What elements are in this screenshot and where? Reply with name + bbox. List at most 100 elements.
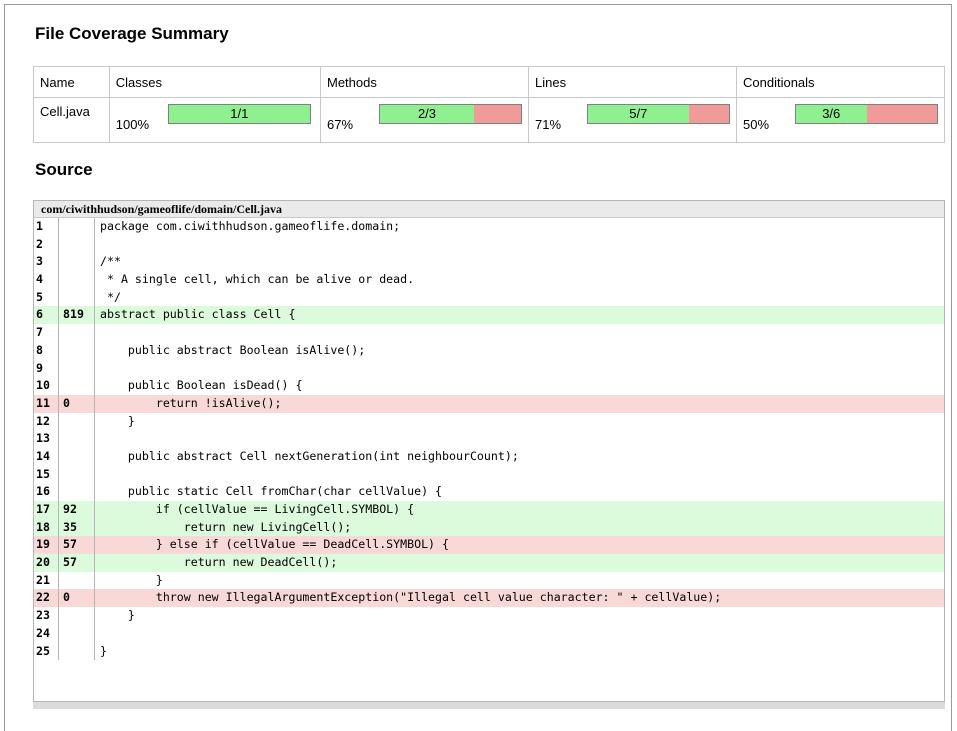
methods-percent: 67% [326,116,354,132]
hit-count [59,447,95,466]
hit-count [59,218,95,236]
line-number: 8 [34,341,59,360]
line-number: 11 [34,394,59,413]
header-conditionals: Conditionals [736,66,945,98]
conditionals-cell: 50% 3/6 [736,97,945,143]
conditionals-coverage-bar: 3/6 [795,103,938,124]
code-line: 17 92 if (cellValue == LivingCell.SYMBOL)… [34,501,944,519]
code-line: 9 [34,359,944,378]
hit-count [59,253,95,272]
code-line: 16 public static Cell fromChar(char cell… [34,483,944,501]
conditionals-ratio: 3/6 [822,105,841,121]
line-number: 12 [34,412,59,431]
code-line: 4 * A single cell, which can be alive or… [34,271,944,289]
code-line: 7 [34,324,944,342]
code-line: 1 package com.ciwithhudson.gameoflife.dom… [34,218,944,236]
hit-count [59,288,95,307]
file-name: Cell.java [33,97,110,143]
line-number: 7 [34,324,59,342]
source-title: Source [35,160,93,179]
code-text: public abstract Cell nextGeneration(int … [100,448,519,463]
code-line: 13 [34,430,944,448]
hit-count: 92 [59,501,95,519]
lines-percent: 71% [534,116,562,132]
line-number: 24 [34,624,59,643]
line-number: 9 [34,359,59,378]
coverage-summary-table: Name Classes Methods Lines Conditionals … [33,66,945,143]
code-line: 23 } [34,607,944,625]
hit-count [59,235,95,254]
line-number: 3 [34,253,59,272]
hit-count: 0 [59,394,95,413]
source-listing: com/ciwithhudson/gameoflife/domain/Cell.… [33,200,945,702]
code-line: 18 35 return new LivingCell(); [34,518,944,537]
hit-count: 57 [59,554,95,572]
classes-cell: 100% 1/1 [108,97,321,143]
hit-count [59,430,95,448]
line-number: 13 [34,430,59,448]
code-text: } [100,643,107,658]
line-number: 17 [34,501,59,519]
line-number: 19 [34,536,59,555]
code-text: package com.ciwithhudson.gameoflife.doma… [100,219,401,233]
code-line: 2 [34,235,944,254]
code-text: throw new IllegalArgumentException("Ille… [100,590,722,605]
code-line: 5 */ [34,288,944,307]
code-text: public static Cell fromChar(char cellVal… [100,484,443,499]
hit-count: 57 [59,536,95,555]
header-name: Name [33,66,110,98]
code-line: 15 [34,465,944,484]
code-line: 21 } [34,571,944,590]
code-line: 12 } [34,412,944,431]
line-number: 21 [34,571,59,590]
summary-title: File Coverage Summary [35,24,229,43]
summary-header-row: Name Classes Methods Lines Conditionals [33,66,945,98]
line-number: 15 [34,465,59,484]
code-text: return new DeadCell(); [100,555,338,570]
code-text: /** [100,254,121,269]
header-methods: Methods [319,66,529,98]
code-text: public Boolean isDead() { [100,378,303,393]
line-number: 25 [34,642,59,661]
conditionals-percent: 50% [743,116,770,132]
line-number: 2 [34,235,59,254]
hit-count [59,571,95,590]
code-line: 22 0 throw new IllegalArgumentException("… [34,589,944,608]
lines-cell: 71% 5/7 [527,97,738,143]
code-line: 3 /** [34,253,944,272]
hit-count [59,624,95,643]
hit-count [59,642,95,661]
code-text: } [100,572,163,587]
classes-percent: 100% [115,116,150,132]
methods-coverage-bar: 2/3 [378,103,522,124]
line-number: 23 [34,607,59,625]
lines-ratio: 5/7 [629,105,648,121]
code-line: 10 public Boolean isDead() { [34,377,944,395]
classes-coverage-bar: 1/1 [167,103,311,124]
lines-coverage-bar: 5/7 [586,103,730,124]
code-text: */ [100,289,121,304]
code-text: public abstract Boolean isAlive(); [100,342,366,357]
hit-count [59,359,95,378]
line-number: 16 [34,483,59,501]
code-line: 19 57 } else if (cellValue == DeadCell.SY… [34,536,944,555]
line-number: 22 [34,589,59,608]
hit-count [59,607,95,625]
hit-count [59,465,95,484]
code-lines: 1 package com.ciwithhudson.gameoflife.dom… [34,218,944,661]
code-line: 8 public abstract Boolean isAlive(); [34,341,944,360]
code-text: } [100,608,135,623]
code-line: 11 0 return !isAlive(); [34,394,944,413]
hit-count: 35 [59,518,95,537]
hit-count: 0 [59,589,95,608]
line-number: 4 [34,271,59,289]
line-number: 10 [34,377,59,395]
hit-count [59,341,95,360]
source-file-path: com/ciwithhudson/gameoflife/domain/Cell.… [34,201,944,218]
header-lines: Lines [527,66,738,98]
code-text: } [100,413,135,428]
header-classes: Classes [108,66,321,98]
code-text: } else if (cellValue == DeadCell.SYMBOL)… [100,537,450,552]
line-number: 1 [34,218,59,236]
hit-count [59,324,95,342]
